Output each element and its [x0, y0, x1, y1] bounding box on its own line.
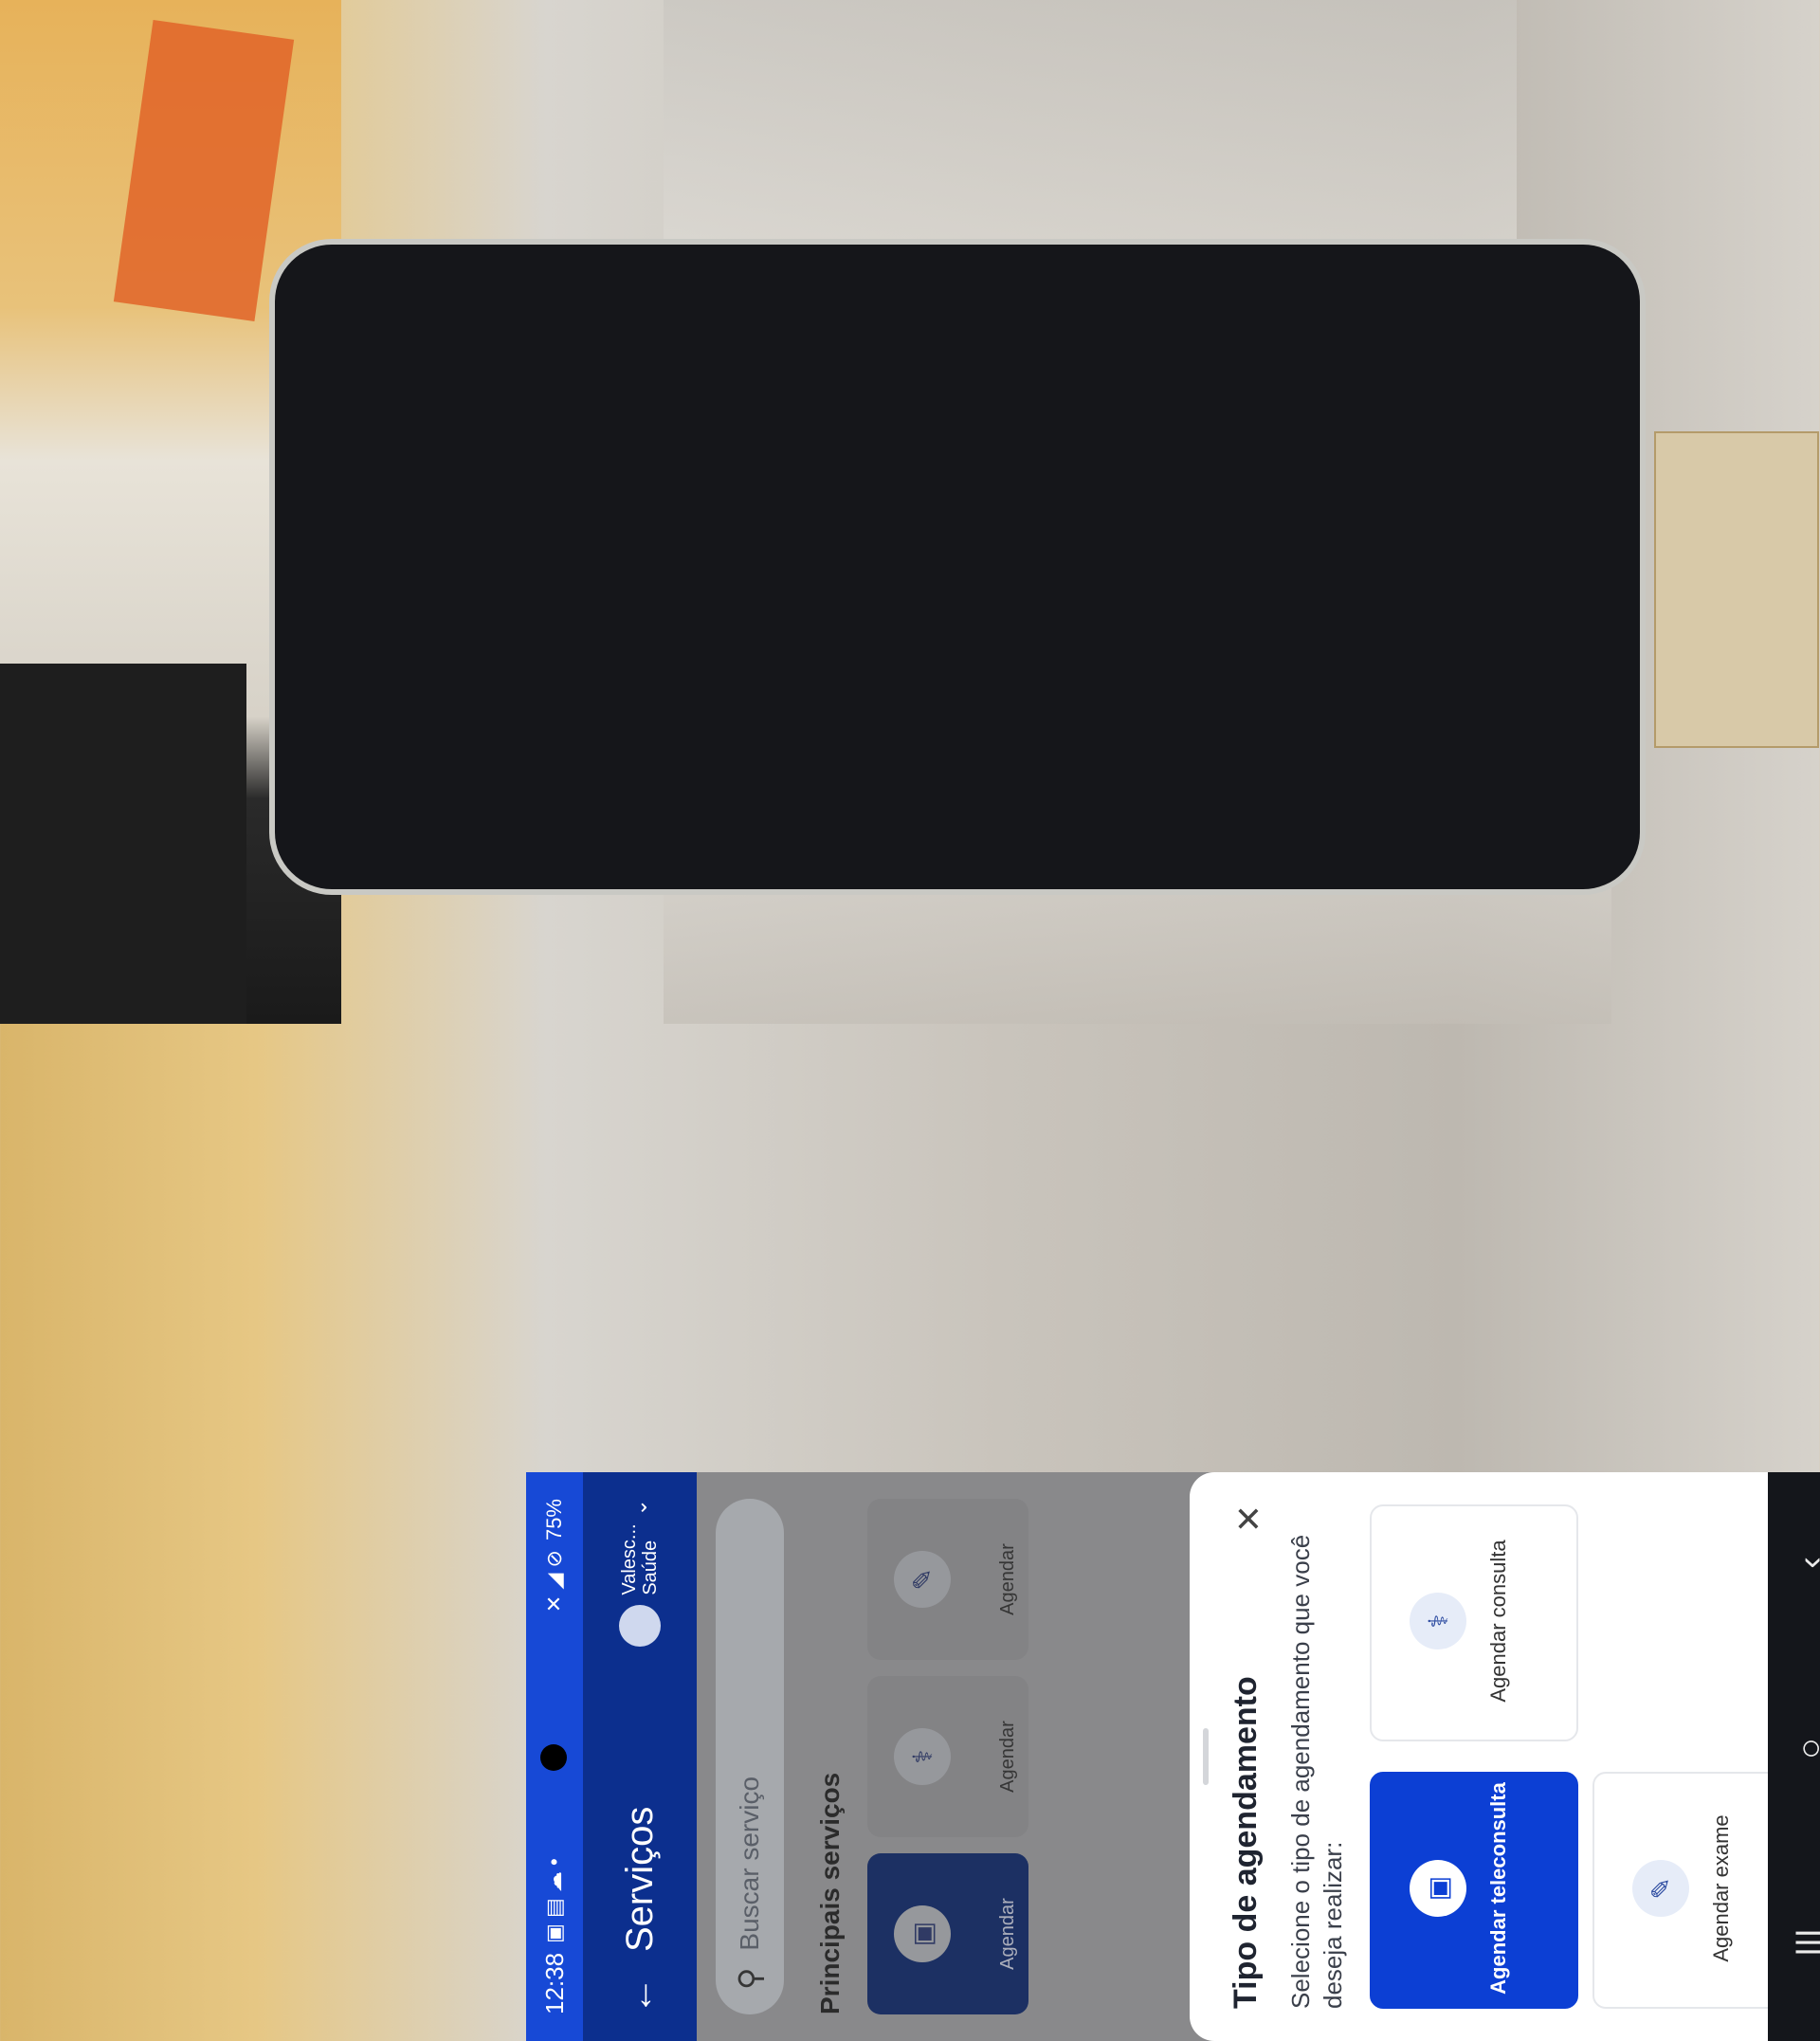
close-icon[interactable]: ✕	[1229, 1504, 1269, 1533]
user-info: Valesc... Saúde	[619, 1523, 661, 1595]
option-label: Agendar exame	[1708, 1779, 1735, 1997]
sheet-description: Selecione o tipo de agendamento que você…	[1284, 1516, 1349, 2009]
background-sticker	[1654, 431, 1819, 748]
front-camera	[540, 1744, 567, 1771]
sheet-grabber[interactable]	[1203, 1728, 1209, 1785]
sheet-title: Tipo de agendamento	[1228, 1676, 1265, 2009]
user-switcher[interactable]: Valesc... Saúde ⌄	[619, 1499, 661, 1647]
user-subtitle: Saúde	[640, 1540, 661, 1595]
option-consulta[interactable]: ⚕ Agendar consulta	[1370, 1504, 1578, 1741]
recent-apps-icon[interactable]: |||	[1791, 1928, 1820, 1957]
app-bar: ← Serviços Valesc... Saúde ⌄	[583, 1472, 697, 2041]
syringe-icon: ✎	[1632, 1860, 1689, 1917]
background-shelf-bottom	[664, 872, 1611, 1024]
stethoscope-icon: ⚕	[1410, 1593, 1466, 1649]
system-nav-bar: ||| ○ ‹	[1768, 1472, 1820, 2041]
teleconsulta-icon: ▣	[1410, 1860, 1466, 1917]
phone: 12:38 ▣ ▤ ☁ • ✕ ◢ ⊘ 75% ← Serviços Vales…	[275, 245, 1640, 889]
page-title: Serviços	[619, 1647, 662, 1952]
battery-level: 75%	[542, 1499, 567, 1540]
bottom-sheet: Tipo de agendamento ✕ Selecione o tipo d…	[1190, 1472, 1820, 2041]
signal-icons: ✕ ◢ ⊘	[542, 1550, 567, 1613]
phone-screen: 12:38 ▣ ▤ ☁ • ✕ ◢ ⊘ 75% ← Serviços Vales…	[526, 1472, 1820, 2041]
avatar	[619, 1605, 661, 1647]
back-icon[interactable]: ‹	[1791, 1557, 1820, 1569]
back-arrow-icon[interactable]: ←	[619, 1977, 662, 2014]
background-foam	[0, 664, 246, 1024]
option-teleconsulta[interactable]: ▣ Agendar teleconsulta	[1370, 1772, 1578, 2009]
user-name: Valesc...	[619, 1523, 640, 1595]
notification-icons: ▣ ▤ ☁ •	[542, 1858, 567, 1943]
background-shelf-top	[664, 0, 1517, 246]
chevron-down-icon: ⌄	[628, 1499, 652, 1516]
option-label: Agendar consulta	[1485, 1512, 1512, 1730]
home-icon[interactable]: ○	[1791, 1738, 1820, 1759]
option-label: Agendar teleconsulta	[1485, 1779, 1512, 1997]
status-time: 12:38	[540, 1953, 570, 2014]
